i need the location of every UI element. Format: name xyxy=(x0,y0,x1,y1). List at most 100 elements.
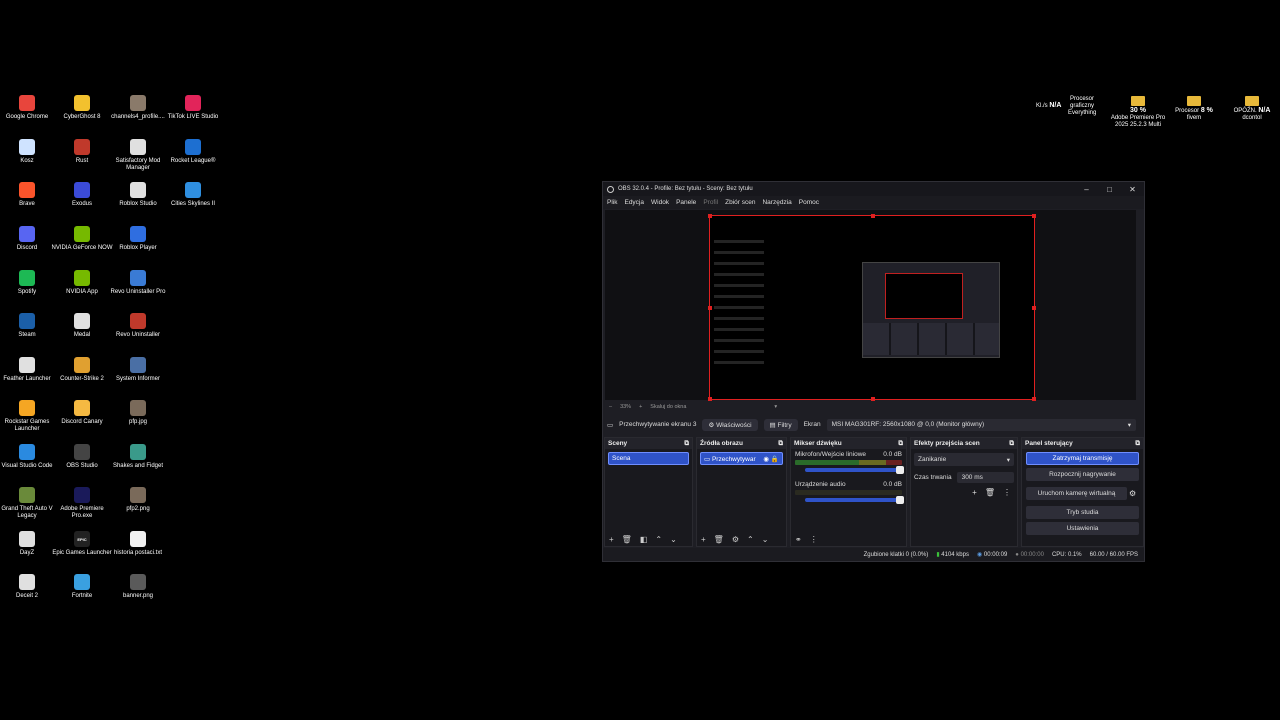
arrow-up-icon[interactable]: ⌃ xyxy=(747,535,754,544)
desktop-icon[interactable]: Feather Launcher xyxy=(0,357,55,383)
resize-handle[interactable] xyxy=(708,306,712,310)
add-icon[interactable]: + xyxy=(701,535,706,544)
desktop-icon[interactable]: historia postaci.txt xyxy=(110,531,166,557)
eye-icon[interactable]: ◉ xyxy=(763,456,769,463)
resize-handle[interactable] xyxy=(871,214,875,218)
gpu-widget[interactable]: Procesor graficzny Everything xyxy=(1068,96,1096,117)
trash-icon[interactable]: 🗑 xyxy=(714,535,724,544)
start-recording-button[interactable]: Rozpocznij nagrywanie xyxy=(1026,468,1139,481)
desktop-icon[interactable]: OBS Studio xyxy=(54,444,110,470)
desktop-icon[interactable]: Google Chrome xyxy=(0,95,55,121)
desktop-icon[interactable]: Satisfactory Mod Manager xyxy=(110,139,166,172)
desktop-icon[interactable]: Deceit 2 xyxy=(0,574,55,600)
desktop-icon[interactable]: Exodus xyxy=(54,182,110,208)
desktop-icon[interactable]: NVIDIA GeForce NOW xyxy=(51,226,113,252)
gear-icon[interactable]: ⚙ xyxy=(1129,489,1143,498)
desktop-icon[interactable]: Rockstar Games Launcher xyxy=(0,400,55,433)
gear-icon[interactable]: ⚙ xyxy=(732,535,739,544)
add-icon[interactable]: + xyxy=(609,535,614,544)
preview-canvas[interactable] xyxy=(708,214,1036,401)
undock-icon[interactable]: ⧉ xyxy=(778,440,783,448)
desktop-icon[interactable]: pfp.jpg xyxy=(110,400,166,426)
arrow-down-icon[interactable]: ⌄ xyxy=(670,535,677,544)
more-icon[interactable]: ⋮ xyxy=(810,535,818,544)
desktop-icon[interactable]: Roblox Studio xyxy=(110,182,166,208)
desktop-icon[interactable]: Grand Theft Auto V Legacy xyxy=(0,487,55,520)
more-icon[interactable]: ⋮ xyxy=(1003,488,1011,497)
desktop-icon[interactable]: Rust xyxy=(54,139,110,165)
desktop-icon[interactable]: Steam xyxy=(0,313,55,339)
undock-icon[interactable]: ⧉ xyxy=(898,440,903,448)
undock-icon[interactable]: ⧉ xyxy=(1009,440,1014,448)
settings-button[interactable]: Ustawienia xyxy=(1026,522,1139,535)
add-icon[interactable]: + xyxy=(972,488,977,497)
desktop-icon[interactable]: Spotify xyxy=(0,270,55,296)
menu-profil[interactable]: Profil xyxy=(703,199,718,206)
properties-button[interactable]: ⚙ Właściwości xyxy=(702,418,758,431)
zoom-out-icon[interactable]: – xyxy=(609,404,612,410)
menu-zbior-scen[interactable]: Zbiór scen xyxy=(725,199,755,206)
transition-select[interactable]: Zanikanie ▾ xyxy=(914,453,1014,466)
menu-narzedzia[interactable]: Narzędzia xyxy=(762,199,791,206)
desktop-icon[interactable]: Kosz xyxy=(0,139,55,165)
trash-icon[interactable]: 🗑 xyxy=(622,535,632,544)
undock-icon[interactable]: ⧉ xyxy=(1135,440,1140,448)
desktop-icon[interactable]: DayZ xyxy=(0,531,55,557)
opozn-widget[interactable]: OPÓŹN. N/A dcontol xyxy=(1228,96,1276,122)
desktop-icon[interactable]: Shakes and Fidget xyxy=(110,444,166,470)
studio-mode-button[interactable]: Tryb studia xyxy=(1026,506,1139,519)
monitor-select[interactable]: MSI MAG301RF: 2560x1080 @ 0,0 (Monitor g… xyxy=(826,418,1136,431)
menu-panele[interactable]: Panele xyxy=(676,199,696,206)
desktop-icon[interactable]: CyberGhost 8 xyxy=(54,95,110,121)
desktop-icon[interactable]: System Informer xyxy=(110,357,166,383)
menu-edycja[interactable]: Edycja xyxy=(624,199,644,206)
source-item[interactable]: ▭ Przechwytywar ◉ 🔒 xyxy=(700,452,783,465)
resize-handle[interactable] xyxy=(1032,306,1036,310)
resize-handle[interactable] xyxy=(1032,214,1036,218)
menu-plik[interactable]: Plik xyxy=(607,199,617,206)
link-icon[interactable]: ⚭ xyxy=(795,535,802,544)
desktop-icon[interactable]: Fortnite xyxy=(54,574,110,600)
maximize-button[interactable]: □ xyxy=(1098,185,1121,194)
filters-button[interactable]: ▤ Filtry xyxy=(763,418,798,431)
desktop-icon[interactable]: Counter-Strike 2 xyxy=(54,357,110,383)
lock-icon[interactable]: 🔒 xyxy=(771,456,779,463)
trash-icon[interactable]: 🗑 xyxy=(985,488,995,497)
desktop-icon[interactable]: Rocket League® xyxy=(165,139,221,165)
arrow-down-icon[interactable]: ⌄ xyxy=(762,535,769,544)
premiere-widget[interactable]: 30 % Adobe Premiere Pro 2025 25.2.3 Mult… xyxy=(1110,96,1166,129)
filter-icon[interactable]: ◧ xyxy=(640,535,648,544)
undock-icon[interactable]: ⧉ xyxy=(684,440,689,448)
desktop-icon[interactable]: TikTok LIVE Studio xyxy=(165,95,221,121)
zoom-mode[interactable]: Skaluj do okna xyxy=(650,404,686,410)
virtual-camera-button[interactable]: Uruchom kamerę wirtualną xyxy=(1026,487,1127,500)
desktop-icon[interactable]: Roblox Player xyxy=(110,226,166,252)
desktop-icon[interactable]: pfp2.png xyxy=(110,487,166,513)
resize-handle[interactable] xyxy=(708,214,712,218)
desktop-icon[interactable]: Brave xyxy=(0,182,55,208)
title-bar[interactable]: OBS 32.0.4 - Profile: Bez tytułu - Sceny… xyxy=(603,182,1144,196)
desktop-icon[interactable]: banner.png xyxy=(110,574,166,600)
desktop-icon[interactable]: Visual Studio Code xyxy=(0,444,55,470)
arrow-up-icon[interactable]: ⌃ xyxy=(655,535,662,544)
scene-item[interactable]: Scena xyxy=(608,452,689,465)
desktop-icon[interactable]: Adobe Premiere Pro.exe xyxy=(54,487,110,520)
volume-slider[interactable] xyxy=(805,466,904,474)
minimize-button[interactable]: – xyxy=(1075,185,1098,194)
preview-area[interactable] xyxy=(605,210,1136,401)
volume-slider[interactable] xyxy=(805,496,904,504)
zoom-in-icon[interactable]: + xyxy=(639,404,642,410)
desktop-icon[interactable]: Revo Uninstaller Pro xyxy=(110,270,166,296)
menu-widok[interactable]: Widok xyxy=(651,199,669,206)
desktop-icon[interactable]: Revo Uninstaller xyxy=(110,313,166,339)
stop-streaming-button[interactable]: Zatrzymaj transmisję xyxy=(1026,452,1139,465)
desktop-icon[interactable]: Discord xyxy=(0,226,55,252)
desktop-icon[interactable]: Medal xyxy=(54,313,110,339)
menu-pomoc[interactable]: Pomoc xyxy=(799,199,819,206)
desktop-icon[interactable]: Cities Skylines II xyxy=(165,182,221,208)
cpu-widget[interactable]: Procesor 8 % fivem xyxy=(1170,96,1218,122)
desktop-icon[interactable]: Discord Canary xyxy=(54,400,110,426)
desktop-icon[interactable]: channels4_profile.... xyxy=(110,95,166,121)
chevron-down-icon[interactable]: ▾ xyxy=(774,404,777,410)
desktop-icon[interactable]: NVIDIA App xyxy=(54,270,110,296)
